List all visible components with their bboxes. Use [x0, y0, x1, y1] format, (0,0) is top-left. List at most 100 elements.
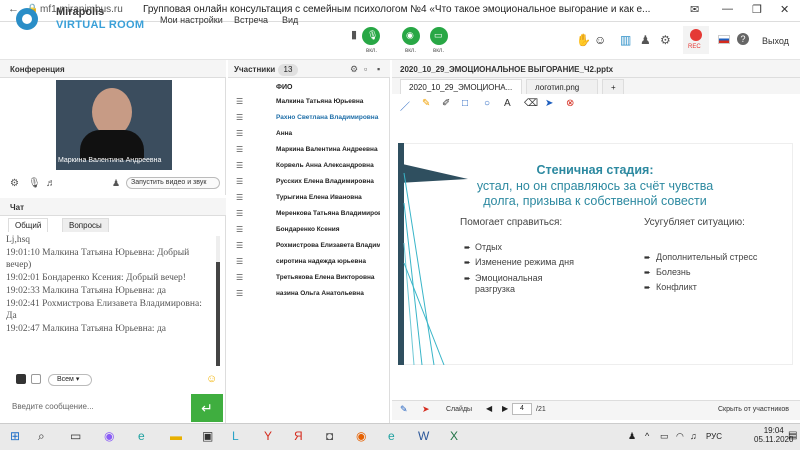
word-icon[interactable]: W [418, 429, 429, 443]
chat-input[interactable]: Введите сообщение... [6, 396, 188, 416]
extension-icon[interactable]: ✉ [690, 3, 699, 16]
excel-icon[interactable]: X [450, 429, 458, 443]
tray-expand-icon[interactable]: ^ [645, 431, 649, 441]
restore-icon[interactable]: ❐ [752, 3, 762, 16]
tab-logo[interactable]: логотип.png [526, 79, 598, 94]
ellipse-tool-icon[interactable]: ○ [484, 98, 490, 109]
participant-name[interactable]: Меренкова Татьяна Владимировна [276, 210, 380, 217]
participant-menu-icon[interactable]: ☰ [236, 209, 243, 218]
participant-name[interactable]: Рахно Светлана Владимировна [276, 114, 380, 121]
draw-mode-icon[interactable]: ✎ [400, 404, 408, 415]
clear-tool-icon[interactable]: ⊗ [566, 98, 574, 109]
yandex-icon[interactable]: Я [294, 429, 303, 443]
participant-menu-icon[interactable]: ☰ [236, 113, 243, 122]
participant-name[interactable]: Маркина Валентина Андреевна [276, 146, 380, 153]
user-tray-icon[interactable]: ♟ [628, 431, 636, 442]
marker-tool-icon[interactable]: ✐ [442, 98, 450, 109]
menu-view[interactable]: Вид [282, 15, 298, 25]
input-language[interactable]: РУС [706, 432, 722, 441]
pointer-mode-icon[interactable]: ➤ [422, 404, 430, 415]
slides-label[interactable]: Слайды [446, 406, 472, 413]
participant-name[interactable]: Русских Елена Владимировна [276, 178, 380, 185]
emoji-picker-icon[interactable]: ☺ [206, 373, 217, 385]
users-icon[interactable]: ♟ [640, 33, 651, 47]
network-icon[interactable]: ⚙ [660, 33, 671, 47]
menu-meeting[interactable]: Встреча [234, 15, 268, 25]
store-icon[interactable]: ▣ [202, 429, 213, 443]
highlighter-tool-icon[interactable]: ✎ [422, 98, 430, 109]
notifications-icon[interactable]: ▤ [788, 430, 797, 441]
next-slide-icon[interactable]: ▶ [502, 404, 508, 413]
prev-slide-icon[interactable]: ◀ [486, 404, 492, 413]
taskbar-search-icon[interactable]: ⌕ [38, 429, 45, 444]
rectangle-tool-icon[interactable]: □ [462, 98, 468, 109]
language-flag-icon[interactable] [718, 35, 730, 44]
volume-icon[interactable]: ♫ [690, 431, 697, 441]
tab-add[interactable]: + [602, 79, 624, 94]
participant-menu-icon[interactable]: ☰ [236, 257, 243, 266]
participant-menu-icon[interactable]: ☰ [236, 273, 243, 282]
raise-hand-icon[interactable]: ✋ [576, 33, 591, 47]
mic-settings-icon[interactable]: 🎙 [28, 178, 41, 189]
participant-menu-icon[interactable]: ☰ [236, 225, 243, 234]
participant-menu-icon[interactable]: ☰ [236, 129, 243, 138]
yandex-browser-icon[interactable]: Y [264, 429, 272, 443]
participant-name[interactable]: Бондаренко Ксения [276, 226, 380, 233]
alice-icon[interactable]: ◉ [104, 429, 114, 443]
participant-menu-icon[interactable]: ☰ [236, 193, 243, 202]
participant-name[interactable]: назина Ольга Анатольевна [276, 290, 380, 297]
speaker-settings-icon[interactable]: ♬ [46, 178, 56, 189]
participant-menu-icon[interactable]: ☰ [236, 161, 243, 170]
participant-menu-icon[interactable]: ☰ [236, 177, 243, 186]
participant-menu-icon[interactable]: ☰ [236, 241, 243, 250]
pen-tool-icon[interactable]: ／ [400, 98, 410, 113]
emoji-icon[interactable]: ☺ [594, 33, 606, 47]
current-slide-input[interactable]: 4 [512, 403, 532, 415]
column-header-fio[interactable]: ФИО [276, 84, 292, 91]
firefox-icon[interactable]: ◉ [356, 429, 366, 443]
participant-menu-icon[interactable]: ☰ [236, 97, 243, 106]
settings-icon[interactable]: ⚙ [350, 64, 358, 75]
chat-scrollbar-thumb[interactable] [216, 262, 220, 366]
task-view-icon[interactable]: ▭ [70, 429, 81, 443]
edge-legacy-icon[interactable]: e [388, 429, 395, 443]
help-icon[interactable]: ? [737, 33, 749, 45]
tab-presentation[interactable]: 2020_10_29_ЭМОЦИОНА... [400, 79, 522, 94]
start-video-dropdown[interactable]: Запустить видео и звук [126, 177, 220, 189]
recipient-dropdown[interactable]: Всем ▾ [48, 374, 92, 386]
edge-icon[interactable]: e [138, 429, 145, 443]
tab-questions[interactable]: Вопросы [62, 218, 109, 232]
send-button[interactable]: ↵ [191, 394, 223, 422]
app-l-icon[interactable]: L [232, 429, 239, 443]
text-tool-icon[interactable]: A [504, 98, 511, 109]
participant-name[interactable]: Турыгина Елена Ивановна [276, 194, 380, 201]
network-tray-icon[interactable]: ▭ [660, 431, 669, 442]
participant-name[interactable]: Малкина Татьяна Юрьевна [276, 98, 380, 105]
text-color-icon[interactable] [16, 374, 26, 384]
participant-name[interactable]: сиротина надежда юрьевна [276, 258, 380, 265]
participant-name[interactable]: Корвель Анна Александровна [276, 162, 380, 169]
participant-menu-icon[interactable]: ☰ [236, 289, 243, 298]
hide-from-participants-button[interactable]: Скрыть от участников [718, 406, 789, 413]
participant-name[interactable]: Третьякова Елена Викторовна [276, 274, 380, 281]
logout-button[interactable]: Выход [762, 36, 789, 46]
camera-app-icon[interactable]: ◘ [326, 429, 333, 443]
participant-name[interactable]: Анна [276, 130, 380, 137]
mic-slider-icon[interactable]: ▮ [351, 28, 357, 41]
windows-start-icon[interactable]: ⊞ [10, 429, 20, 443]
menu-my-settings[interactable]: Мои настройки [160, 15, 223, 25]
eraser-tool-icon[interactable]: ⌫ [524, 98, 538, 109]
maximize-icon[interactable]: ▫ [364, 64, 367, 74]
minimize-icon[interactable]: — [722, 3, 733, 15]
bg-color-icon[interactable] [31, 374, 41, 384]
close-icon[interactable]: ✕ [780, 3, 789, 16]
wifi-icon[interactable]: ◠ [676, 431, 684, 442]
tab-general[interactable]: Общий [8, 218, 49, 232]
poll-icon[interactable]: ▥ [620, 33, 631, 47]
participant-name[interactable]: Рохмистрова Елизавета Владимировна [276, 242, 380, 249]
participant-menu-icon[interactable]: ☰ [236, 145, 243, 154]
pointer-tool-icon[interactable]: ➤ [545, 98, 553, 109]
minimize-panel-icon[interactable]: ▪ [377, 64, 380, 74]
camera-settings-icon[interactable]: ⚙ [10, 178, 19, 189]
file-explorer-icon[interactable]: ▬ [170, 429, 182, 443]
